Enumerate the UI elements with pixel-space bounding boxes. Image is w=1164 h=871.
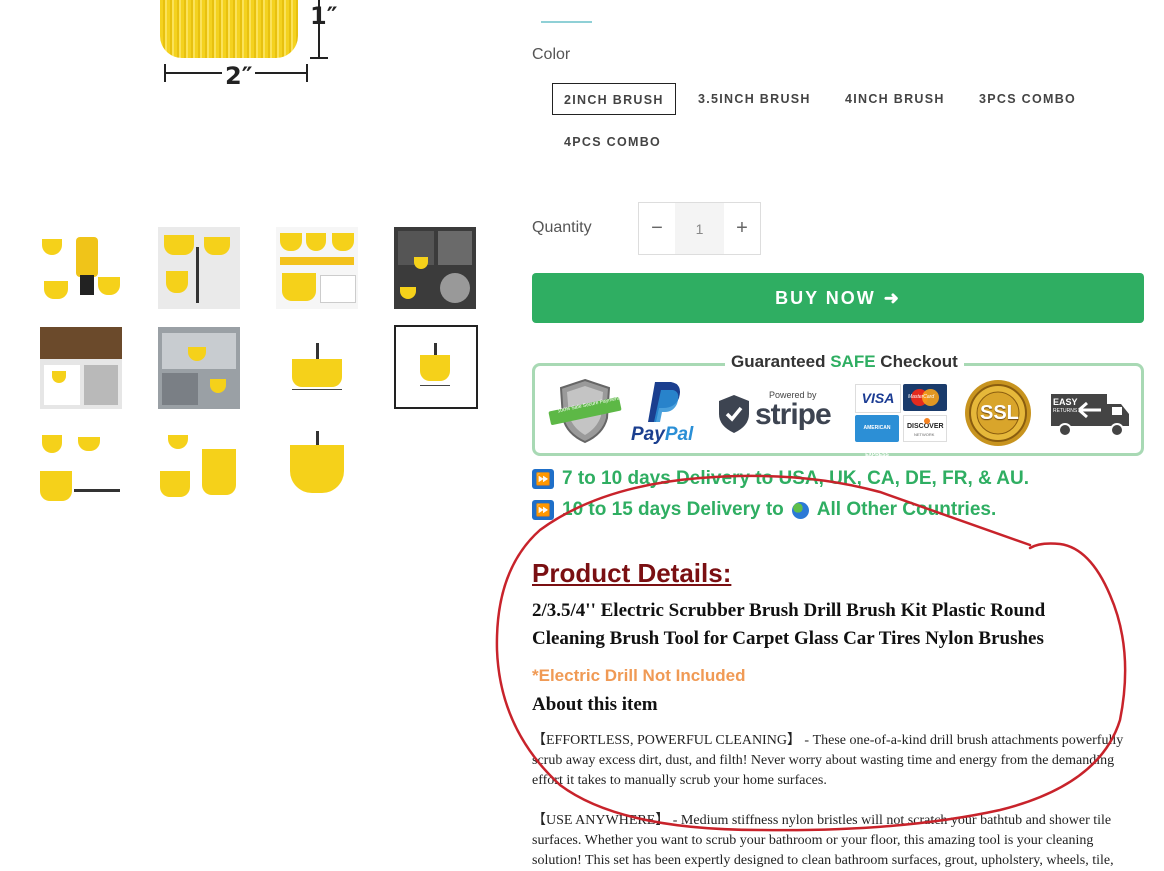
delivery-info-line-2: ⏩ 10 to 15 days Delivery to All Other Co… — [532, 499, 996, 521]
easy-returns-text-2: RETURNS — [1053, 408, 1078, 414]
brush-bristles — [160, 0, 298, 58]
thumbnail-5[interactable] — [40, 327, 122, 409]
easy-returns-truck-icon: EASY RETURNS — [1049, 392, 1133, 438]
thumbnail-6[interactable] — [158, 327, 240, 409]
safe-checkout-badge: Guaranteed SAFE Checkout 100% Safe Secur… — [532, 352, 1144, 458]
amex-logo: AMERICAN EXPRESS — [855, 415, 899, 458]
quantity-stepper: − 1 + — [638, 202, 761, 255]
fast-forward-icon: ⏩ — [532, 469, 554, 489]
ssl-seal-icon: SSL — [963, 378, 1033, 448]
main-product-image: 1″ 2″ — [150, 0, 340, 100]
thumbnail-11[interactable] — [276, 427, 358, 509]
accent-divider — [541, 21, 592, 23]
variant-3-5inch-brush[interactable]: 3.5INCH BRUSH — [687, 83, 822, 115]
fast-forward-icon: ⏩ — [532, 500, 554, 520]
product-details-heading: Product Details: — [532, 558, 732, 588]
about-item-heading: About this item — [532, 694, 658, 715]
discover-logo: DISCOVER NETWORK — [903, 415, 947, 442]
thumbnail-10[interactable] — [158, 427, 240, 509]
delivery-info-line-1: ⏩ 7 to 10 days Delivery to USA, UK, CA, … — [532, 468, 1029, 490]
card-logos: VISA MasterCard AMERICAN EXPRESS DISCOVE… — [855, 384, 949, 458]
visa-logo: VISA — [855, 384, 901, 413]
variant-4pcs-combo[interactable]: 4PCS COMBO — [553, 126, 672, 158]
buy-now-button[interactable]: BUY NOW ➜ — [532, 273, 1144, 323]
checkout-title-prefix: Guaranteed — [731, 352, 826, 371]
buy-now-label: BUY NOW — [775, 287, 876, 308]
paypal-logo: PayPal — [629, 380, 701, 446]
thumbnail-9[interactable] — [40, 427, 122, 509]
thumbnail-8-selected[interactable] — [394, 325, 478, 409]
delivery-text-2-suffix: All Other Countries. — [816, 499, 997, 520]
height-dimension-label: 1″ — [310, 2, 338, 30]
variant-3pcs-combo[interactable]: 3PCS COMBO — [968, 83, 1087, 115]
quantity-increase-button[interactable]: + — [724, 203, 760, 254]
color-label: Color — [532, 46, 571, 63]
quantity-label: Quantity — [532, 219, 592, 236]
thumbnail-4[interactable] — [394, 227, 476, 309]
safe-checkout-title: Guaranteed SAFE Checkout — [725, 352, 964, 372]
discover-text: DISCOVER — [907, 423, 944, 430]
thumbnail-7[interactable] — [276, 327, 358, 409]
dimension-tick — [310, 57, 328, 59]
variant-2inch-brush[interactable]: 2INCH BRUSH — [552, 83, 676, 115]
about-paragraph-1: 【EFFORTLESS, POWERFUL CLEANING】 - These … — [532, 733, 1124, 788]
secure-shield-icon: 100% Safe Secure Payment — [547, 378, 623, 444]
stripe-logo: Powered by stripe — [717, 390, 841, 438]
paypal-text-2: Pal — [664, 424, 694, 445]
paypal-text-1: Pay — [631, 424, 665, 445]
arrow-right-icon: ➜ — [883, 287, 901, 308]
checkout-title-safe: SAFE — [830, 352, 876, 371]
thumbnail-2[interactable] — [158, 227, 240, 309]
ssl-text: SSL — [980, 402, 1019, 424]
mastercard-text: MasterCard — [908, 394, 935, 400]
dimension-tick — [164, 64, 166, 82]
thumbnail-1[interactable] — [40, 227, 122, 309]
variant-4inch-brush[interactable]: 4INCH BRUSH — [834, 83, 956, 115]
dimension-tick — [306, 64, 308, 82]
thumbnail-3[interactable] — [276, 227, 358, 309]
stripe-text: stripe — [755, 398, 832, 431]
width-dimension-label: 2″ — [222, 62, 256, 90]
about-paragraph-2: 【USE ANYWHERE】 - Medium stiffness nylon … — [532, 813, 1114, 868]
quantity-decrease-button[interactable]: − — [639, 203, 675, 254]
globe-icon — [791, 501, 809, 519]
product-name: 2/3.5/4'' Electric Scrubber Brush Drill … — [532, 600, 1046, 649]
delivery-text-2-prefix: 10 to 15 days Delivery to — [562, 499, 784, 520]
easy-returns-text-1: EASY — [1053, 397, 1078, 407]
delivery-text-1: 7 to 10 days Delivery to USA, UK, CA, DE… — [562, 468, 1030, 489]
checkout-title-suffix: Checkout — [880, 352, 958, 371]
drill-not-included-note: *Electric Drill Not Included — [532, 666, 746, 685]
mastercard-logo: MasterCard — [903, 384, 947, 411]
discover-subtext: NETWORK — [914, 432, 935, 437]
quantity-input[interactable]: 1 — [675, 203, 724, 254]
